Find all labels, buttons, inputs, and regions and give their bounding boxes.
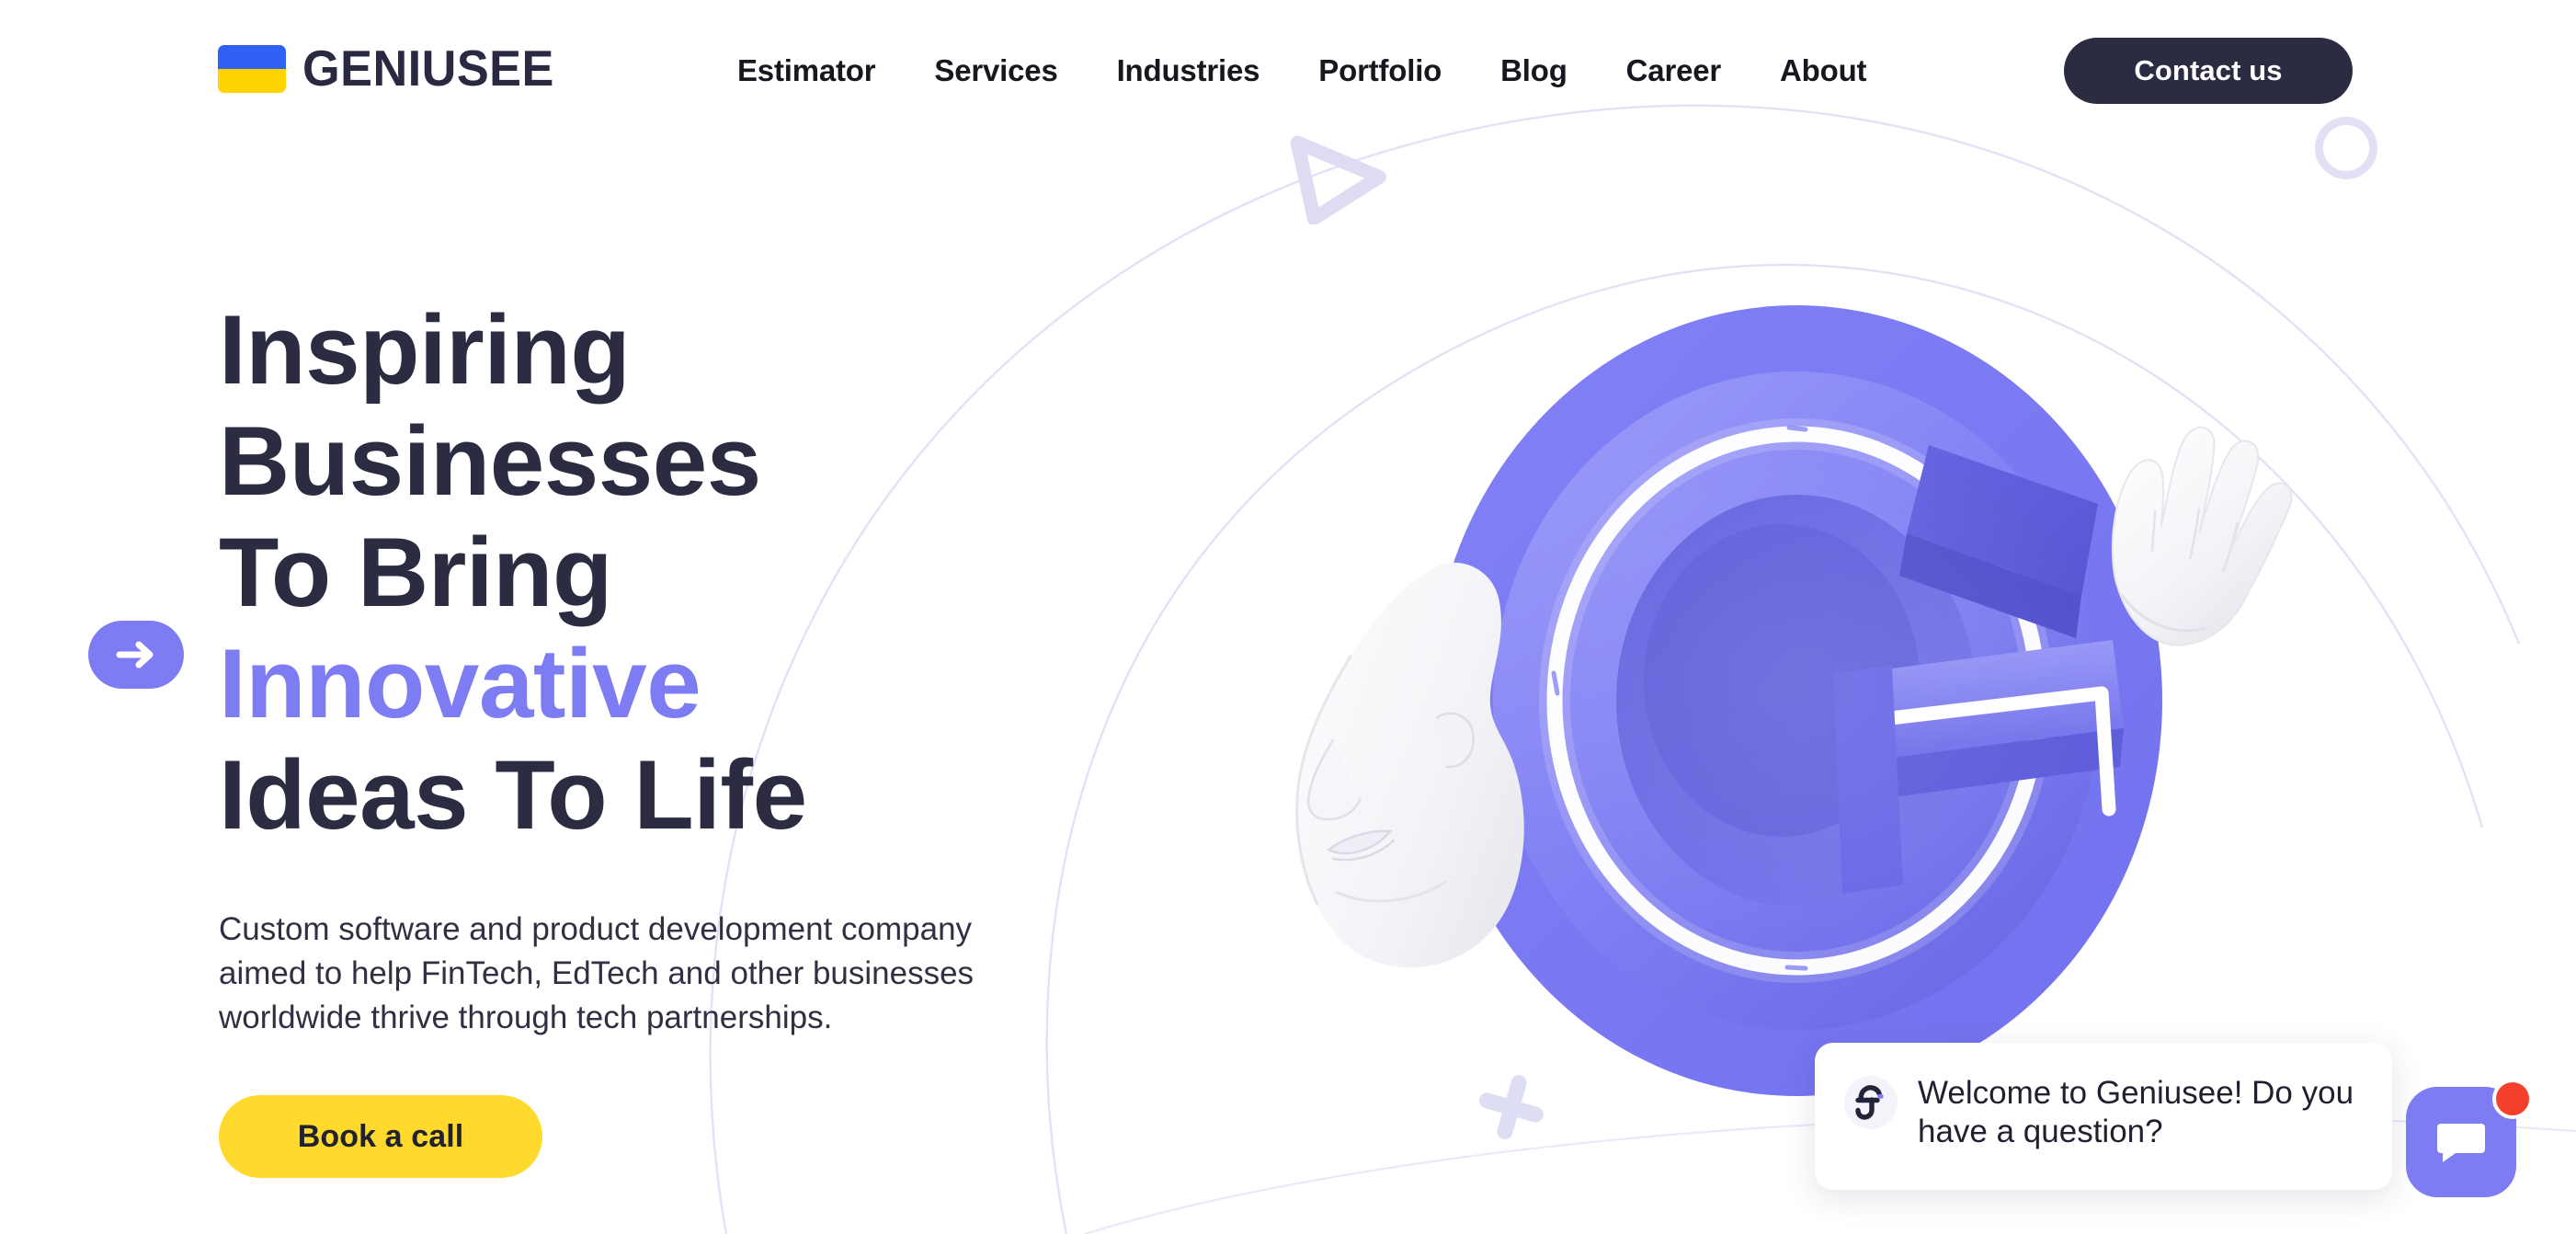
ukraine-flag-icon (218, 44, 286, 93)
site-header: GENIUSEE Estimator Services Industries P… (0, 0, 2576, 140)
chat-greeting-message: Welcome to Geniusee! Do you have a quest… (1918, 1075, 2354, 1149)
contact-us-button[interactable]: Contact us (2064, 38, 2353, 104)
main-navigation: Estimator Services Industries Portfolio … (708, 53, 1896, 88)
nav-item-about[interactable]: About (1750, 53, 1896, 88)
arrow-right-icon[interactable] (88, 621, 184, 689)
nav-item-services[interactable]: Services (905, 53, 1087, 88)
headline-line-1: Inspiring (219, 294, 631, 405)
page-root: GENIUSEE Estimator Services Industries P… (0, 0, 2576, 1234)
brand-logo-link[interactable]: GENIUSEE (218, 43, 567, 94)
chat-unread-badge (2492, 1079, 2533, 1119)
nav-item-blog[interactable]: Blog (1471, 53, 1597, 88)
headline-line-3: To Bring (219, 517, 612, 627)
headline-line-4-accent: Innovative (219, 628, 701, 738)
nav-item-career[interactable]: Career (1597, 53, 1750, 88)
headline-line-5: Ideas To Life (219, 739, 807, 850)
book-a-call-button[interactable]: Book a call (219, 1095, 542, 1178)
brand-name: GENIUSEE (302, 40, 554, 97)
nav-item-estimator[interactable]: Estimator (708, 53, 905, 88)
hero-section: Inspiring Businesses To Bring Innovative… (88, 294, 1138, 1178)
play-triangle-outline-icon (1287, 129, 1388, 225)
chat-greeting-tooltip[interactable]: Welcome to Geniusee! Do you have a quest… (1815, 1043, 2392, 1190)
geniusee-g-icon (1844, 1076, 1898, 1129)
nav-item-portfolio[interactable]: Portfolio (1289, 53, 1471, 88)
hero-description: Custom software and product development … (219, 911, 975, 1035)
page-title: Inspiring Businesses To Bring Innovative… (219, 294, 1138, 851)
nav-item-industries[interactable]: Industries (1088, 53, 1290, 88)
headline-line-2: Businesses (219, 406, 761, 516)
chat-bubble-icon (2437, 1124, 2485, 1162)
